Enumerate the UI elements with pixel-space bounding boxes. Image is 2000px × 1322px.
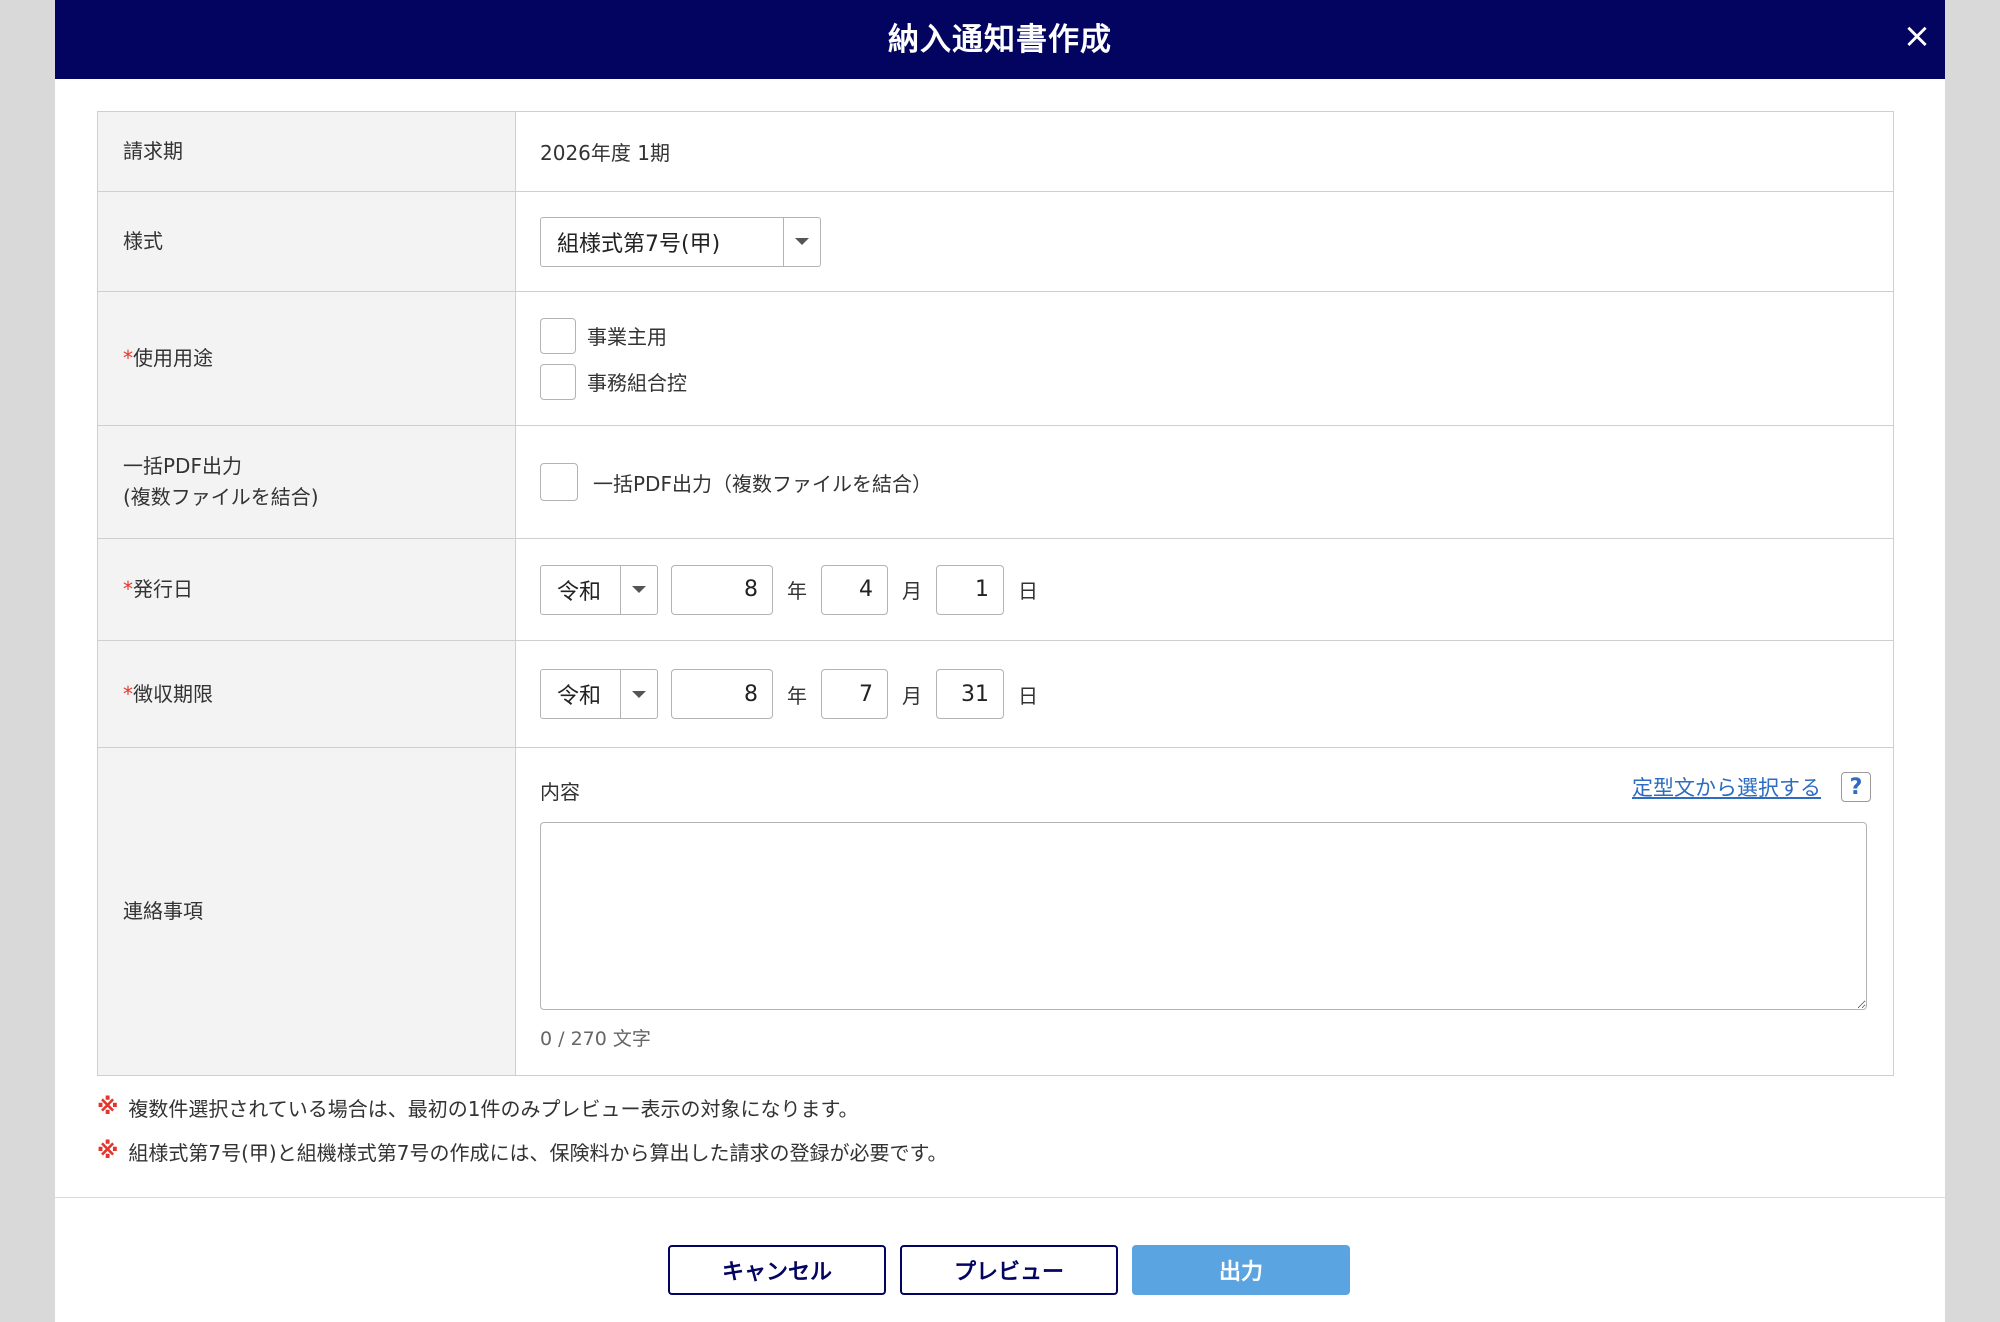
- label-billing-period: 請求期: [98, 112, 516, 191]
- deadline-month-input[interactable]: 7: [821, 669, 888, 719]
- required-mark: *: [123, 681, 133, 706]
- note-item: ※ 複数件選択されている場合は、最初の1件のみプレビュー表示の対象になります。: [97, 1094, 859, 1121]
- issue-month-input[interactable]: 4: [821, 564, 888, 615]
- label-contact: 連絡事項: [98, 748, 516, 1075]
- required-mark: *: [123, 577, 133, 601]
- deadline-year-input[interactable]: 8: [671, 669, 773, 719]
- notes: ※ 複数件選択されている場合は、最初の1件のみプレビュー表示の対象になります。 …: [97, 1085, 947, 1173]
- issue-era-select[interactable]: 令和: [540, 564, 658, 615]
- dialog-title: 納入通知書作成: [888, 22, 1112, 58]
- label-deadline: * 徴収期限: [98, 641, 516, 747]
- row-deadline: * 徴収期限 令和 8 年 7 月 31 日: [98, 641, 1893, 748]
- label-issue-date: * 発行日: [98, 539, 516, 640]
- dialog: 納入通知書作成 × 請求期 2026年度 1期 様式 組様式第7号(甲) * 使用…: [55, 0, 1945, 1322]
- usage-option-employer[interactable]: 事業主用: [540, 313, 667, 359]
- format-select-value: 組様式第7号(甲): [557, 231, 721, 257]
- chevron-down-icon: [620, 565, 657, 614]
- close-icon[interactable]: ×: [1897, 16, 1937, 56]
- label-usage: * 使用用途: [98, 292, 516, 425]
- label-format: 様式: [98, 192, 516, 291]
- bulk-pdf-option[interactable]: 一括PDF出力（複数ファイルを結合）: [540, 459, 932, 505]
- chevron-down-icon: [620, 670, 657, 718]
- deadline-era-select[interactable]: 令和: [540, 669, 658, 719]
- row-usage: * 使用用途 事業主用 事務組合控: [98, 292, 1893, 426]
- issue-day-input[interactable]: 1: [936, 564, 1004, 615]
- deadline-day-input[interactable]: 31: [936, 669, 1004, 719]
- issue-year-input[interactable]: 8: [671, 564, 773, 615]
- note-mark: ※: [97, 1138, 119, 1164]
- required-mark: *: [123, 346, 133, 370]
- row-format: 様式 組様式第7号(甲): [98, 192, 1893, 292]
- note-item: ※ 組様式第7号(甲)と組機様式第7号の作成には、保険料から算出した請求の登録が…: [97, 1138, 948, 1165]
- row-issue-date: * 発行日 令和 8 年 4 月 1 日: [98, 539, 1893, 641]
- checkbox[interactable]: [540, 463, 578, 501]
- form-table: 請求期 2026年度 1期 様式 組様式第7号(甲) * 使用用途 事業主用 事…: [97, 111, 1894, 1076]
- row-billing-period: 請求期 2026年度 1期: [98, 112, 1893, 192]
- dialog-header: 納入通知書作成 ×: [55, 0, 1945, 79]
- char-counter: 0 / 270 文字: [540, 1028, 651, 1050]
- contact-content-textarea[interactable]: [540, 822, 1867, 1010]
- template-select-link[interactable]: 定型文から選択する: [1632, 772, 1821, 802]
- help-icon[interactable]: ?: [1841, 772, 1871, 802]
- checkbox[interactable]: [540, 317, 576, 354]
- format-select[interactable]: 組様式第7号(甲): [540, 216, 821, 267]
- note-mark: ※: [97, 1094, 119, 1120]
- label-bulk-pdf: 一括PDF出力 (複数ファイルを結合): [98, 426, 516, 538]
- usage-option-office-copy[interactable]: 事務組合控: [540, 359, 687, 405]
- output-button[interactable]: 出力: [1132, 1245, 1350, 1295]
- row-bulk-pdf: 一括PDF出力 (複数ファイルを結合) 一括PDF出力（複数ファイルを結合）: [98, 426, 1893, 539]
- chevron-down-icon: [783, 217, 820, 266]
- row-contact: 連絡事項 内容 定型文から選択する ? 0 / 270 文字: [98, 748, 1893, 1076]
- billing-period-value: 2026年度 1期: [540, 141, 670, 165]
- preview-button[interactable]: プレビュー: [900, 1245, 1118, 1295]
- footer-divider: [55, 1197, 1945, 1198]
- cancel-button[interactable]: キャンセル: [668, 1245, 886, 1295]
- checkbox[interactable]: [540, 363, 576, 400]
- content-label: 内容: [540, 780, 580, 804]
